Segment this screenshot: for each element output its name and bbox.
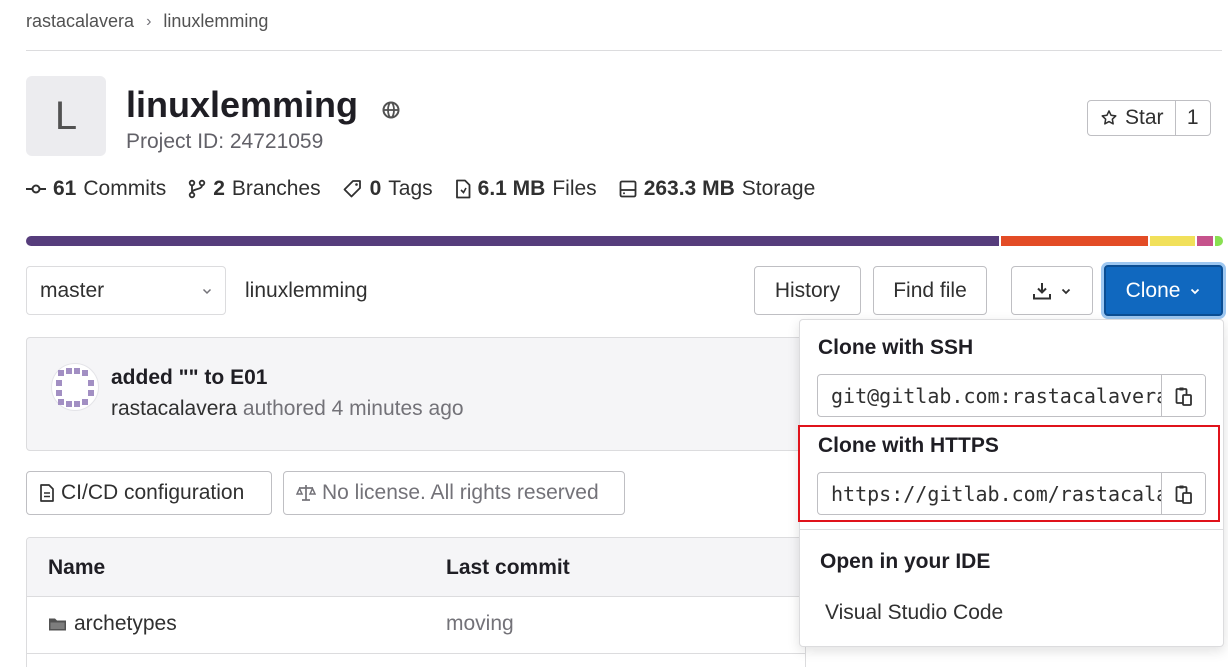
commits-label: Commits [83,177,167,200]
commit-title[interactable]: added "" to E01 [111,366,267,390]
last-commit-panel [26,337,826,451]
find-file-button[interactable]: Find file [873,266,987,315]
branches-stat[interactable]: 2 Branches [188,177,321,201]
name-column-header: Name [48,556,106,579]
copy-ssh-button[interactable] [1161,375,1205,416]
star-count[interactable]: 1 [1176,101,1210,135]
commits-stat[interactable]: 61 Commits [26,177,166,201]
globe-icon [381,100,401,120]
commit-author-link[interactable]: rastacalavera [111,397,237,420]
breadcrumb: rastacalavera › linuxlemming [26,11,268,32]
https-highlight-box [798,425,1220,522]
document-icon [39,484,55,502]
file-name-cell[interactable]: archetypes [48,612,177,636]
file-name: archetypes [74,612,177,635]
tags-stat[interactable]: 0 Tags [343,177,433,201]
file-icon [455,179,471,199]
commit-author-avatar[interactable] [51,363,99,411]
open-ide-heading: Open in your IDE [820,550,991,573]
language-segment[interactable] [1197,236,1213,246]
star-icon [1100,109,1118,127]
project-title: linuxlemming [126,84,359,125]
star-button-label[interactable]: Star [1088,101,1176,135]
files-stat[interactable]: 6.1 MB Files [455,177,597,201]
clone-button[interactable]: Clone [1104,265,1223,316]
storage-label: Storage [741,177,816,200]
project-avatar[interactable]: L [26,76,106,156]
files-label: Files [552,177,597,200]
clipboard-icon [1175,386,1193,406]
breadcrumb-separator: › [146,12,152,30]
project-id: Project ID: 24721059 [126,130,324,153]
tags-count: 0 [369,177,382,200]
storage-size: 263.3 MB [643,177,735,200]
file-last-commit[interactable]: moving [446,612,514,636]
commit-meta: rastacalavera authored 4 minutes ago [111,397,464,421]
language-segment[interactable] [1149,236,1196,246]
storage-icon [619,180,637,198]
cicd-configuration-label: CI/CD configuration [61,481,245,504]
file-table: Name Last commit archetypes moving [26,537,806,667]
language-segment[interactable] [1214,236,1223,246]
last-commit-column-header: Last commit [446,556,570,579]
commit-time: authored 4 minutes ago [237,397,464,420]
chevron-down-icon [201,285,213,297]
open-in-vscode-item[interactable]: Visual Studio Code [825,601,1003,625]
star-button[interactable]: Star 1 [1087,100,1211,136]
repository-language-bar[interactable] [26,236,1223,246]
commit-icon [26,179,46,199]
project-stats: 61 Commits 2 Branches 0 Tags 6.1 MB File… [26,177,815,201]
storage-stat[interactable]: 263.3 MB Storage [619,177,816,201]
header-divider [26,50,1222,51]
chevron-down-icon [1060,285,1072,297]
files-size: 6.1 MB [477,177,546,200]
breadcrumb-project-link[interactable]: linuxlemming [163,11,268,32]
breadcrumb-group-link[interactable]: rastacalavera [26,11,134,32]
language-segment[interactable] [26,236,1000,246]
branch-selector-value: master [40,278,105,302]
clone-ssh-heading: Clone with SSH [818,336,974,359]
repository-path[interactable]: linuxlemming [245,279,368,303]
file-table-header: Name Last commit [27,538,805,597]
scale-icon [296,484,316,502]
branches-label: Branches [231,177,321,200]
branches-count: 2 [213,177,225,200]
clone-ssh-url[interactable]: git@gitlab.com:rastacalavera/linuxlemmin… [818,375,1161,416]
branch-selector[interactable]: master [26,266,226,315]
download-button[interactable] [1011,266,1093,315]
chevron-down-icon [1189,285,1201,297]
star-label: Star [1125,106,1164,129]
license-label: No license. All rights reserved [322,481,599,504]
license-button[interactable]: No license. All rights reserved [283,471,625,515]
clone-button-label: Clone [1125,278,1181,302]
project-avatar-letter: L [54,93,78,138]
tags-label: Tags [388,177,433,200]
folder-icon [48,616,67,632]
tag-icon [343,179,363,199]
clone-ssh-field[interactable]: git@gitlab.com:rastacalavera/linuxlemmin… [817,374,1206,417]
branch-icon [188,179,206,199]
table-row[interactable]: archetypes moving [27,597,805,654]
download-icon [1032,281,1052,301]
language-segment[interactable] [1001,236,1148,246]
cicd-configuration-button[interactable]: CI/CD configuration [26,471,272,515]
dropdown-divider [800,529,1223,530]
commits-count: 61 [53,177,77,200]
history-button[interactable]: History [754,266,861,315]
